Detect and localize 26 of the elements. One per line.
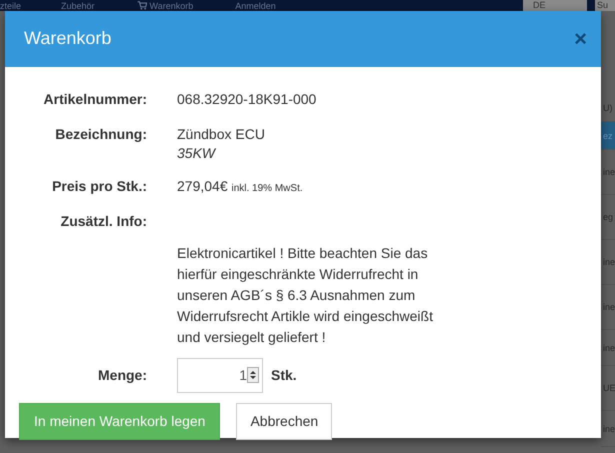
field-value: 279,04€: [177, 178, 228, 194]
field-label: Bezeichnung:: [54, 125, 147, 144]
close-button[interactable]: ×: [574, 28, 587, 50]
background-button-text: ez: [602, 130, 613, 140]
cart-icon[interactable]: [136, 1, 147, 10]
add-to-cart-button[interactable]: In meinen Warenkorb legen: [19, 402, 220, 440]
field-label: Preis pro Stk.:: [51, 176, 147, 196]
field-note: 35KW: [177, 145, 217, 162]
tax-note: inkl. 19% MwSt.: [232, 182, 303, 194]
nav-link[interactable]: zteile: [0, 0, 22, 10]
nav-link[interactable]: Zubehör: [61, 0, 95, 10]
cancel-button[interactable]: Abbrechen: [236, 402, 332, 440]
field-label: Artikelnummer:: [42, 90, 147, 109]
dialog-title: Warenkorb: [24, 28, 112, 50]
field-label: Zusätzl. Info:: [60, 212, 147, 231]
nav-link[interactable]: Anmelden: [235, 0, 276, 10]
field-label: Menge:: [97, 366, 147, 385]
spinner-icon[interactable]: [247, 367, 259, 384]
unit-label: Stk.: [271, 366, 297, 385]
quantity-field[interactable]: 1: [177, 358, 263, 393]
search-button[interactable]: Su: [595, 0, 615, 11]
field-value: Zündbox ECU: [177, 125, 266, 144]
field-value: 068.32920-18K91-000: [177, 91, 316, 107]
nav-link[interactable]: Warenkorb: [136, 0, 194, 10]
info-text: Elektronicartikel ! Bitte beachten Sie das hierfür eingeschränkte Widerrufrecht in unseren AGB´s § 6.3 Ausnahmen zum Widerrufsrecht Artikle wird eingeschweißt und versiegelt geliefert !: [177, 244, 434, 347]
language-select[interactable]: DE: [523, 0, 587, 11]
